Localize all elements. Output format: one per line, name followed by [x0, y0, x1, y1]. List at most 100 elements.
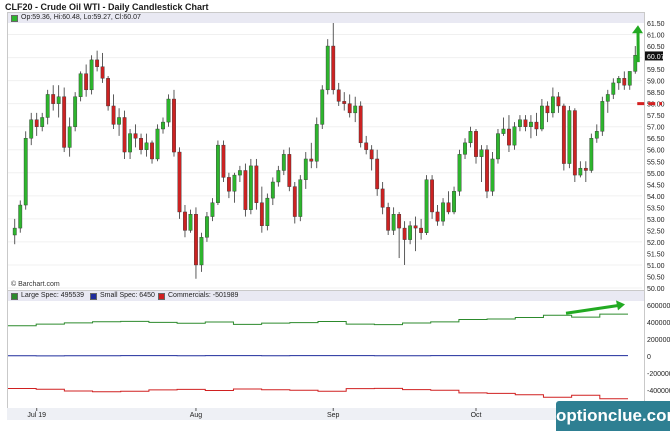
candle-body [133, 133, 138, 139]
price-tick-label: 55.00 [647, 171, 665, 178]
candle-body [512, 126, 517, 146]
candle-body [320, 89, 325, 125]
candle-body [550, 96, 555, 114]
candle-body [84, 73, 89, 91]
candle-body [183, 211, 187, 231]
price-tick-label: 57.50 [647, 113, 665, 120]
candle-body [336, 89, 341, 102]
candle-body [314, 124, 319, 162]
candle-body [353, 105, 358, 114]
candle-body [391, 214, 396, 231]
candle-body [194, 214, 198, 266]
candle-body [221, 144, 226, 178]
candle-body [496, 133, 500, 160]
price-tick-label: 59.00 [647, 79, 665, 86]
candle-body [111, 105, 116, 125]
candle-body [627, 71, 632, 86]
candle-body [518, 119, 522, 127]
candle-body [62, 96, 67, 148]
candle-body [589, 138, 594, 171]
candle-body [298, 179, 303, 217]
candle-body [95, 59, 100, 67]
candle-body [561, 105, 566, 164]
candle-body [490, 158, 495, 192]
candle-body [441, 202, 445, 222]
candle-body [331, 45, 336, 91]
price-tick-label: 53.00 [647, 217, 665, 224]
candle-body [534, 121, 539, 130]
candle-body [248, 165, 253, 210]
candle-body [408, 225, 413, 240]
candle-body [402, 227, 407, 240]
candle-body [237, 170, 242, 176]
candle-body [155, 128, 160, 160]
candle-body [309, 158, 314, 162]
cot-series-line-2 [8, 387, 628, 400]
candle-body [73, 96, 78, 127]
candle-body [342, 101, 347, 104]
candle-body [216, 144, 220, 203]
candle-body [67, 126, 72, 148]
cot-tick-label: 0 [647, 354, 651, 361]
candle-body [177, 151, 182, 213]
cot-arrow-head-icon [616, 300, 625, 311]
price-tick-label: 54.50 [647, 182, 665, 189]
candle-body [468, 131, 473, 144]
candle-body [40, 117, 45, 127]
candle-body [51, 94, 56, 104]
price-tick-label: 60.50 [647, 44, 665, 51]
candle-body [303, 158, 308, 180]
candle-body [56, 96, 61, 104]
candle-body [529, 121, 533, 127]
cot-tick-label: -200000 [647, 371, 670, 378]
candle-body [210, 202, 215, 217]
candle-body [413, 225, 418, 229]
candle-body [106, 78, 110, 107]
cot-tick-label: 200000 [647, 337, 670, 344]
candle-body [452, 191, 456, 213]
candle-body [523, 119, 528, 127]
price-tick-label: 54.00 [647, 194, 665, 201]
candle-body [144, 142, 149, 150]
price-tick-label: 50.50 [647, 274, 665, 281]
candle-body [259, 202, 264, 226]
cot-arrow-shaft [565, 303, 620, 315]
cot-tick-label: -400000 [647, 388, 670, 395]
candle-body [375, 158, 380, 190]
price-tick-label: 57.00 [647, 125, 665, 132]
candle-body [424, 179, 429, 233]
candle-body [227, 177, 231, 192]
candle-body [578, 167, 583, 176]
candle-body [419, 227, 423, 233]
candle-body [128, 133, 132, 153]
candle-body [485, 149, 489, 192]
candle-body [199, 237, 204, 266]
candle-body [161, 121, 165, 130]
price-tick-label: 52.50 [647, 228, 665, 235]
candle-body [287, 154, 292, 187]
candle-body [172, 98, 176, 153]
price-arrow-head-icon [632, 25, 643, 34]
candle-body [100, 66, 105, 79]
candle-body [545, 105, 550, 114]
x-tick-label: Jul 19 [27, 412, 46, 419]
candle-body [556, 96, 561, 107]
candle-body [358, 105, 363, 144]
x-tick-label: Oct [471, 412, 482, 419]
candle-body [78, 73, 83, 97]
price-tick-label: 51.50 [647, 251, 665, 258]
price-tick-label: 58.50 [647, 90, 665, 97]
price-tick-label: 52.00 [647, 240, 665, 247]
candle-body [205, 216, 209, 238]
candle-body [270, 181, 275, 199]
x-tick-label: Aug [190, 412, 203, 419]
candle-body [594, 131, 599, 139]
candle-body [188, 214, 193, 231]
chart-canvas: 50.00 50.50 51.00 51.50 52.00 52.50 53.00 53.50… [8, 21, 670, 419]
price-tick-label: 61.00 [647, 33, 665, 40]
price-tick-label: 61.50 [647, 21, 665, 28]
candle-body [166, 98, 171, 123]
last-price-label: 60.07 [647, 54, 665, 61]
candle-body [292, 186, 297, 217]
candle-body [633, 55, 638, 72]
